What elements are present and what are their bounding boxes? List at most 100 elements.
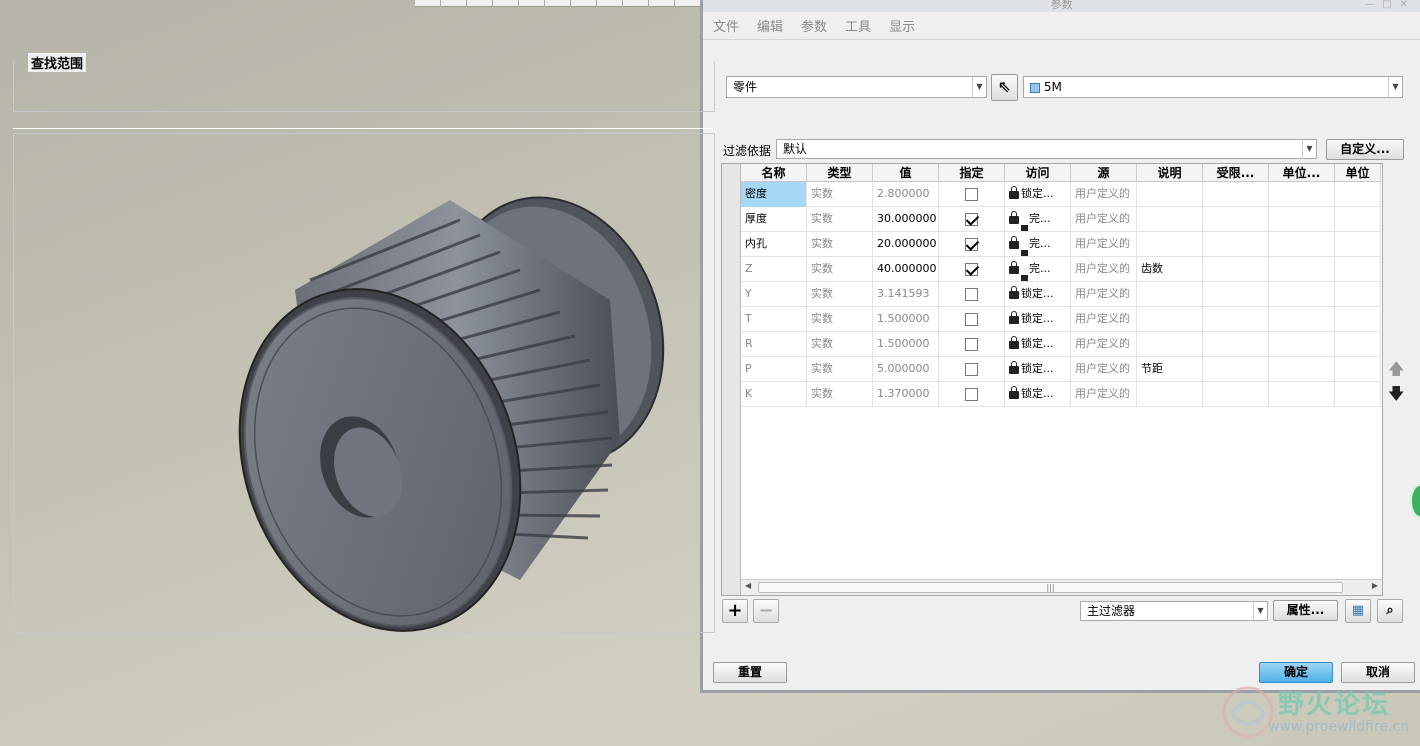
menu-display[interactable]: 显示 [889, 16, 915, 35]
designate-checkbox[interactable] [965, 312, 978, 326]
cell-description[interactable] [1137, 207, 1203, 232]
cell-name[interactable]: K [741, 382, 807, 407]
column-header-name[interactable]: 名称 [741, 164, 807, 182]
window-controls[interactable]: —□✕ [1364, 0, 1416, 10]
cell-restricted[interactable] [1203, 207, 1269, 232]
cell-description[interactable] [1137, 307, 1203, 332]
cell-value[interactable]: 5.000000 [873, 357, 939, 382]
table-row[interactable]: K 实数 1.370000 锁定... 用户定义的 [741, 382, 1381, 407]
cell-description[interactable] [1137, 382, 1203, 407]
select-object-button[interactable]: ⇖ [991, 74, 1018, 101]
cell-source[interactable]: 用户定义的 [1071, 332, 1137, 357]
cell-name[interactable]: Z [741, 257, 807, 282]
menu-parameters[interactable]: 参数 [801, 16, 827, 35]
table-row[interactable]: Y 实数 3.141593 锁定... 用户定义的 [741, 282, 1381, 307]
remove-parameter-button[interactable]: − [753, 599, 779, 623]
cell-description[interactable]: 齿数 [1137, 257, 1203, 282]
cell-value[interactable]: 20.000000 [873, 232, 939, 257]
tool-button[interactable] [597, 0, 623, 7]
cell-restricted[interactable] [1203, 282, 1269, 307]
cell-unit-2[interactable] [1335, 307, 1381, 332]
designate-checkbox[interactable] [965, 337, 978, 351]
cell-unit-1[interactable] [1269, 282, 1335, 307]
designate-checkbox[interactable] [965, 262, 978, 276]
move-up-icon[interactable]: 🡅 [1388, 358, 1404, 385]
cell-name[interactable]: T [741, 307, 807, 332]
main-filter-select[interactable]: 主过滤器 ▼ [1080, 601, 1268, 621]
cell-type[interactable]: 实数 [807, 332, 873, 357]
column-header-designate[interactable]: 指定 [939, 164, 1005, 182]
cell-unit-2[interactable] [1335, 207, 1381, 232]
cell-designate[interactable] [939, 282, 1005, 307]
cell-designate[interactable] [939, 182, 1005, 207]
designate-checkbox[interactable] [965, 287, 978, 301]
cell-unit-1[interactable] [1269, 232, 1335, 257]
cell-unit-1[interactable] [1269, 357, 1335, 382]
scope-object-select[interactable]: 5M ▼ [1023, 76, 1403, 98]
cell-source[interactable]: 用户定义的 [1071, 282, 1137, 307]
cell-access[interactable]: 锁定... [1005, 332, 1071, 357]
menu-tools[interactable]: 工具 [845, 16, 871, 35]
cell-unit-1[interactable] [1269, 307, 1335, 332]
cell-type[interactable]: 实数 [807, 282, 873, 307]
cell-access[interactable]: 完... [1005, 207, 1071, 232]
cell-access[interactable]: 锁定... [1005, 282, 1071, 307]
tool-button[interactable] [623, 0, 649, 7]
menu-edit[interactable]: 编辑 [757, 16, 783, 35]
cell-description[interactable] [1137, 332, 1203, 357]
designate-checkbox[interactable] [965, 212, 978, 226]
cell-source[interactable]: 用户定义的 [1071, 382, 1137, 407]
tool-button[interactable] [571, 0, 597, 7]
tool-button[interactable] [441, 0, 467, 7]
tool-button[interactable] [493, 0, 519, 7]
table-row[interactable]: T 实数 1.500000 锁定... 用户定义的 [741, 307, 1381, 332]
cell-value[interactable]: 30.000000 [873, 207, 939, 232]
column-header-description[interactable]: 说明 [1137, 164, 1203, 182]
scroll-thumb[interactable]: ||| [758, 582, 1343, 593]
table-row[interactable]: 密度 实数 2.800000 锁定... 用户定义的 [741, 182, 1381, 207]
table-row[interactable]: P 实数 5.000000 锁定... 用户定义的 节距 [741, 357, 1381, 382]
cell-designate[interactable] [939, 332, 1005, 357]
designate-checkbox[interactable] [965, 187, 978, 201]
cell-restricted[interactable] [1203, 357, 1269, 382]
cell-source[interactable]: 用户定义的 [1071, 257, 1137, 282]
menu-file[interactable]: 文件 [713, 16, 739, 35]
cell-name[interactable]: 内孔 [741, 232, 807, 257]
tool-button[interactable] [649, 0, 675, 7]
designate-checkbox[interactable] [965, 387, 978, 401]
cell-value[interactable]: 1.370000 [873, 382, 939, 407]
add-parameter-button[interactable]: + [722, 599, 748, 623]
table-columns-button[interactable]: ▦ [1345, 599, 1371, 623]
cell-designate[interactable] [939, 307, 1005, 332]
cell-designate[interactable] [939, 382, 1005, 407]
cell-unit-2[interactable] [1335, 332, 1381, 357]
cell-name[interactable]: Y [741, 282, 807, 307]
cell-access[interactable]: 锁定... [1005, 182, 1071, 207]
cell-source[interactable]: 用户定义的 [1071, 207, 1137, 232]
cell-description[interactable] [1137, 182, 1203, 207]
cell-source[interactable]: 用户定义的 [1071, 357, 1137, 382]
reset-button[interactable]: 重置 [713, 662, 787, 683]
cell-unit-2[interactable] [1335, 232, 1381, 257]
cell-value[interactable]: 2.800000 [873, 182, 939, 207]
cell-unit-1[interactable] [1269, 182, 1335, 207]
tool-button[interactable] [467, 0, 493, 7]
cell-type[interactable]: 实数 [807, 382, 873, 407]
cell-type[interactable]: 实数 [807, 182, 873, 207]
designate-checkbox[interactable] [965, 237, 978, 251]
cell-description[interactable] [1137, 282, 1203, 307]
table-row[interactable]: Z 实数 40.000000 完... 用户定义的 齿数 [741, 257, 1381, 282]
column-header-restricted[interactable]: 受限... [1203, 164, 1269, 182]
cell-type[interactable]: 实数 [807, 232, 873, 257]
cell-access[interactable]: 锁定... [1005, 307, 1071, 332]
cell-unit-2[interactable] [1335, 382, 1381, 407]
properties-button[interactable]: 属性... [1273, 600, 1338, 621]
customize-button[interactable]: 自定义... [1326, 139, 1404, 160]
cell-designate[interactable] [939, 257, 1005, 282]
column-header-unit-2[interactable]: 单位 [1335, 164, 1381, 182]
cell-source[interactable]: 用户定义的 [1071, 182, 1137, 207]
cell-restricted[interactable] [1203, 307, 1269, 332]
cell-unit-1[interactable] [1269, 207, 1335, 232]
move-down-icon[interactable]: 🡇 [1388, 383, 1404, 410]
cell-unit-2[interactable] [1335, 182, 1381, 207]
